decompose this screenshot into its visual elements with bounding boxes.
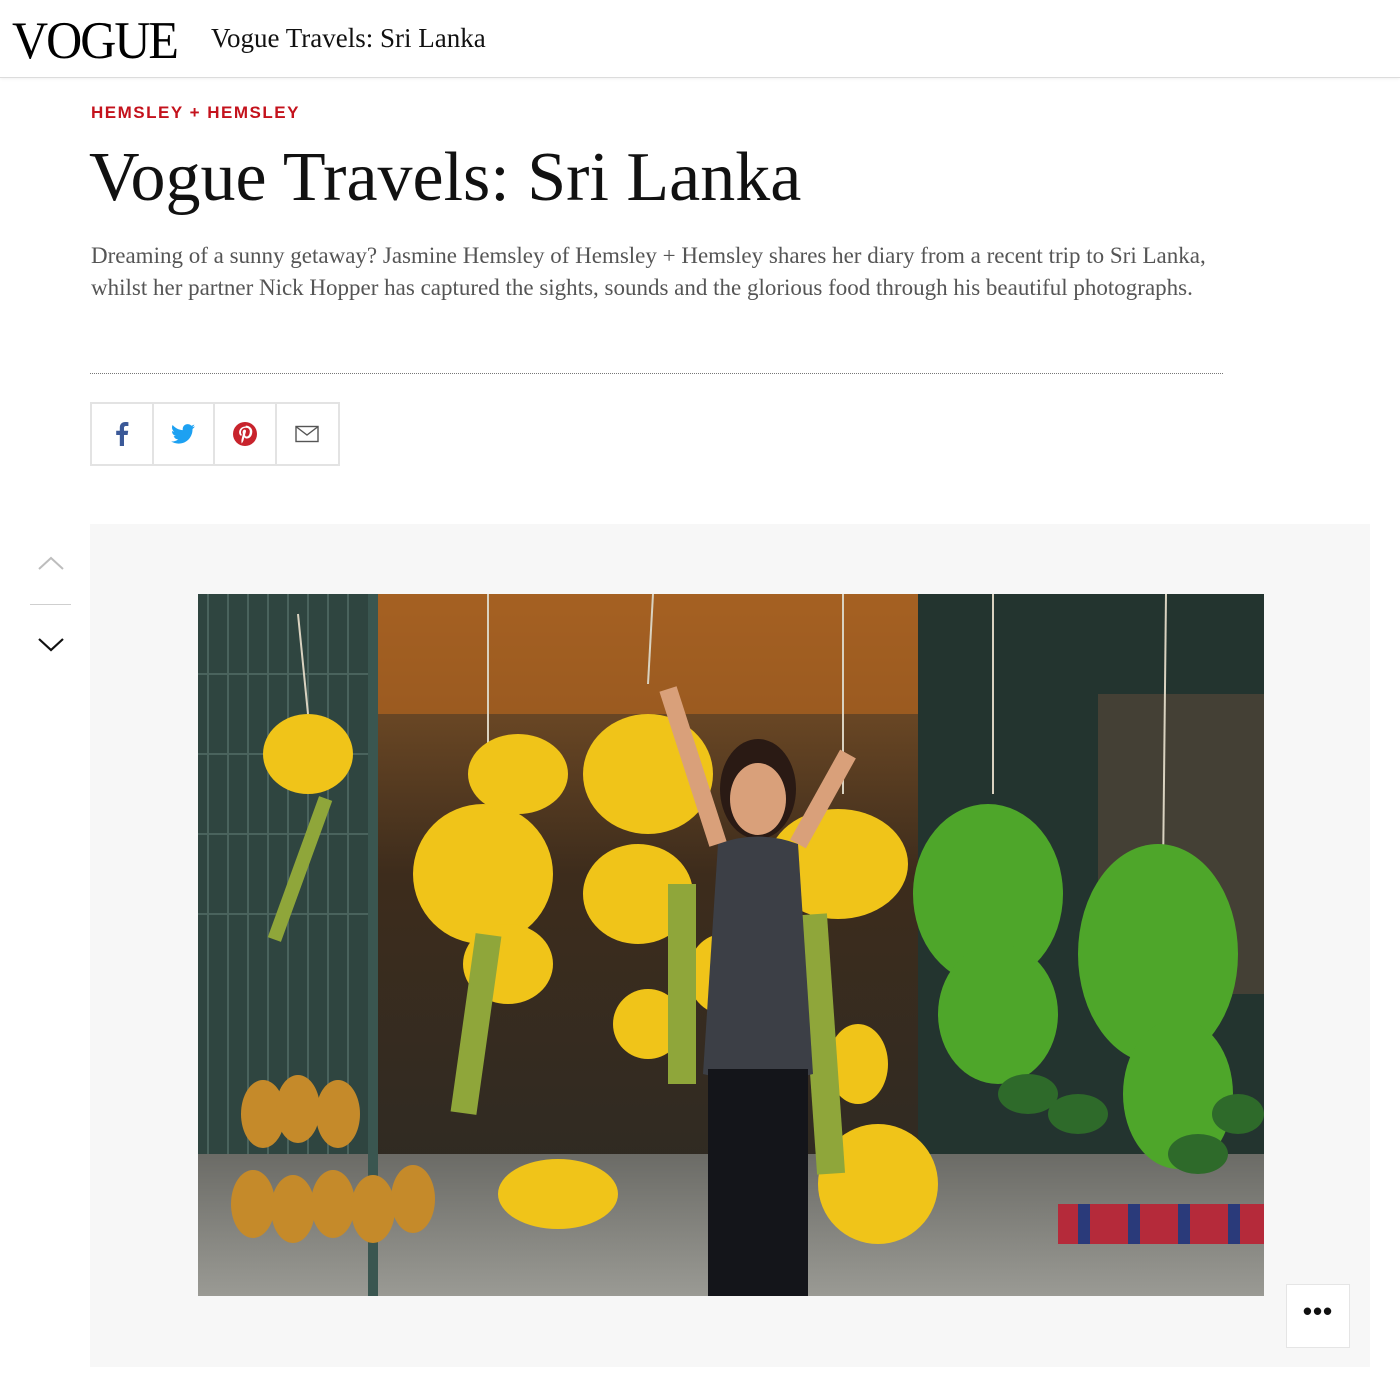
site-header: VOGUE Vogue Travels: Sri Lanka [0,0,1400,78]
vogue-logo[interactable]: VOGUE [12,9,179,72]
twitter-share-button[interactable] [154,404,215,464]
share-bar [90,402,340,466]
more-options-button[interactable]: ••• [1286,1284,1350,1348]
gallery-next-button[interactable] [30,630,72,660]
email-icon [295,425,319,443]
pinterest-share-button[interactable] [215,404,277,464]
email-share-button[interactable] [277,404,338,464]
photo-gallery: ••• [90,524,1370,1367]
article-kicker[interactable]: HEMSLEY + HEMSLEY [91,103,300,123]
pinterest-icon [232,422,257,446]
chevron-up-icon [38,556,64,570]
facebook-icon [115,422,129,446]
gallery-nav-divider [30,604,71,605]
more-icon: ••• [1302,1296,1334,1326]
chevron-down-icon [38,638,64,652]
gallery-photo[interactable] [198,594,1264,1296]
article-dek: Dreaming of a sunny getaway? Jasmine Hem… [91,243,1206,300]
article-headline: Vogue Travels: Sri Lanka [89,139,802,216]
facebook-share-button[interactable] [92,404,154,464]
photo-image [198,594,1264,1296]
twitter-icon [171,424,196,444]
dotted-divider [90,373,1223,374]
header-article-title: Vogue Travels: Sri Lanka [211,23,486,53]
gallery-previous-button[interactable] [30,548,72,578]
